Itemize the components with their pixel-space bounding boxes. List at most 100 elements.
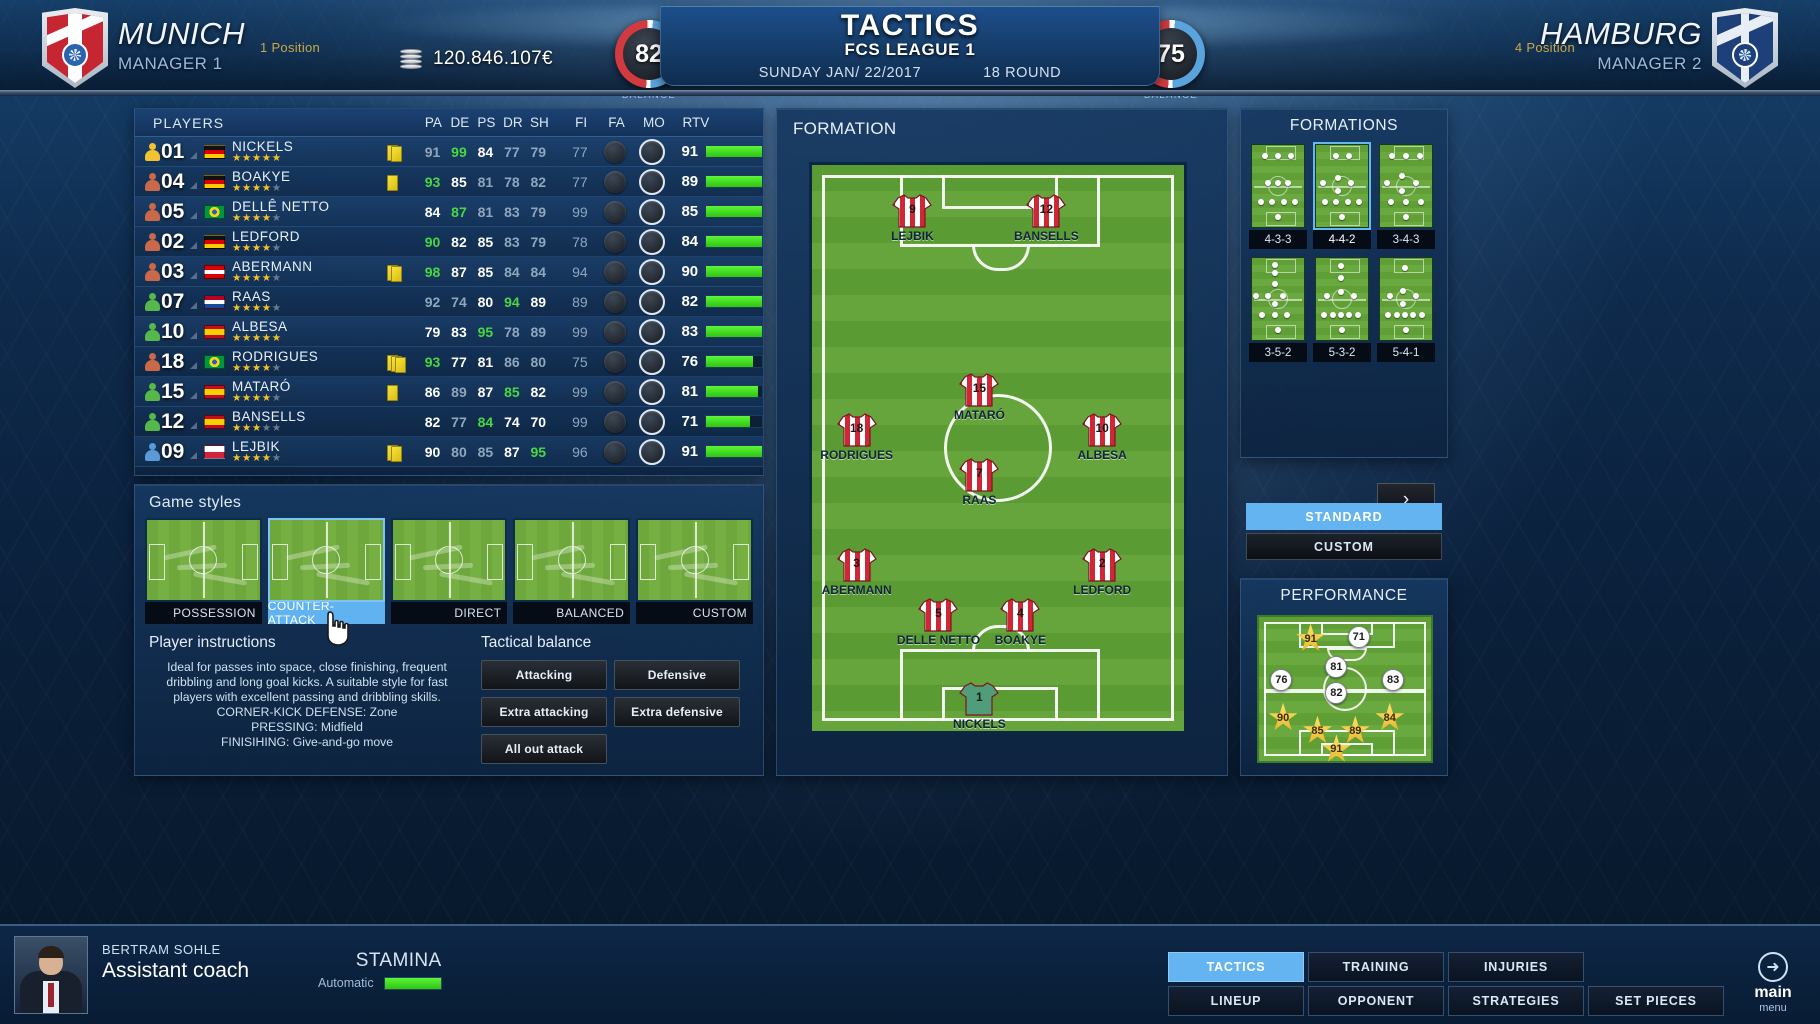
expand-triangle-icon[interactable] — [190, 302, 197, 309]
custom-button[interactable]: CUSTOM — [1246, 533, 1442, 560]
formation-option-4-3-3[interactable]: 4-3-3 — [1249, 142, 1307, 249]
player-identity[interactable]: 15 MATARÓ ★★★★★ — [135, 379, 419, 404]
formation-option-4-4-2[interactable]: 4-4-2 — [1313, 142, 1371, 249]
morale-ring-icon[interactable] — [634, 198, 671, 225]
expand-triangle-icon[interactable] — [190, 392, 197, 399]
morale-ring-icon[interactable] — [634, 258, 671, 285]
assistant-coach-block[interactable]: BERTRAM SOHLE Assistant coach — [14, 936, 249, 1014]
nav-set-pieces[interactable]: SET PIECES — [1588, 986, 1724, 1016]
pitch-player-rodrigues[interactable]: 18 RODRIGUES — [820, 412, 893, 462]
morale-ring-icon[interactable] — [634, 378, 671, 405]
col-fa[interactable]: FA — [598, 115, 635, 130]
player-identity[interactable]: 18 RODRIGUES ★★★★★ — [135, 349, 419, 374]
morale-ring-icon[interactable] — [634, 168, 671, 195]
pitch-player-raas[interactable]: 7 RAAS — [957, 457, 1001, 507]
table-row[interactable]: 03 ABERMANN ★★★★★ 98 87 85 84 84 94 90 — [135, 257, 764, 287]
expand-triangle-icon[interactable] — [190, 152, 197, 159]
tactical-balance-extra-attacking-button[interactable]: Extra attacking — [481, 697, 607, 727]
pitch-player-ledford[interactable]: 2 LEDFORD — [1073, 547, 1131, 597]
pitch-player-mataró[interactable]: 15 MATARÓ — [954, 372, 1005, 422]
morale-ring-icon[interactable] — [634, 408, 671, 435]
player-identity[interactable]: 05 DELLÊ NETTO ★★★★★ — [135, 199, 419, 224]
formation-option-3-5-2[interactable]: 3-5-2 — [1249, 255, 1307, 362]
fitness-knob-icon[interactable] — [597, 350, 634, 373]
col-de[interactable]: DE — [447, 115, 474, 130]
formation-option-5-3-2[interactable]: 5-3-2 — [1313, 255, 1371, 362]
fitness-knob-icon[interactable] — [597, 290, 634, 313]
tactical-balance-all-out-attack-button[interactable]: All out attack — [481, 734, 607, 764]
col-ps[interactable]: PS — [473, 115, 500, 130]
fitness-knob-icon[interactable] — [597, 170, 634, 193]
pitch-player-bansells[interactable]: 12 BANSELLS — [1014, 193, 1079, 243]
fitness-knob-icon[interactable] — [597, 410, 634, 433]
table-row[interactable]: 01 NICKELS ★★★★★ 91 99 84 77 79 77 91 — [135, 137, 764, 167]
table-row[interactable]: 07 RAAS ★★★★★ 92 74 80 94 89 89 82 — [135, 287, 764, 317]
game-style-balanced[interactable]: BALANCED — [513, 518, 631, 624]
player-identity[interactable]: 07 RAAS ★★★★★ — [135, 289, 419, 314]
tactical-balance-extra-defensive-button[interactable]: Extra defensive — [614, 697, 740, 727]
table-row[interactable]: 02 LEDFORD ★★★★★ 90 82 85 83 79 78 84 — [135, 227, 764, 257]
stamina-block[interactable]: STAMINA Automatic — [318, 950, 442, 990]
expand-triangle-icon[interactable] — [190, 212, 197, 219]
morale-ring-icon[interactable] — [634, 228, 671, 255]
col-pa[interactable]: PA — [420, 115, 447, 130]
nav-tactics[interactable]: TACTICS — [1168, 952, 1304, 982]
nav-injuries[interactable]: INJURIES — [1448, 952, 1584, 982]
tactical-balance-attacking-button[interactable]: Attacking — [481, 660, 607, 690]
player-identity[interactable]: 10 ALBESA ★★★★★ — [135, 319, 419, 344]
player-identity[interactable]: 03 ABERMANN ★★★★★ — [135, 259, 419, 284]
fitness-knob-icon[interactable] — [597, 230, 634, 253]
game-style-counter-attack[interactable]: COUNTER-ATTACK — [267, 518, 385, 627]
expand-triangle-icon[interactable] — [190, 332, 197, 339]
table-row[interactable]: 12 BANSELLS ★★★★★ 82 77 84 74 70 99 71 — [135, 407, 764, 437]
tactical-balance-defensive-button[interactable]: Defensive — [614, 660, 740, 690]
col-fi[interactable]: FI — [564, 115, 597, 130]
player-identity[interactable]: 12 BANSELLS ★★★★★ — [135, 409, 419, 434]
expand-triangle-icon[interactable] — [190, 272, 197, 279]
fitness-knob-icon[interactable] — [597, 140, 634, 163]
morale-ring-icon[interactable] — [634, 348, 671, 375]
game-style-direct[interactable]: DIRECT — [390, 518, 508, 624]
col-sh[interactable]: SH — [526, 115, 553, 130]
col-rtv[interactable]: RTV — [672, 115, 763, 130]
formation-pitch[interactable]: 9 LEJBIK 12 BANSELLS 15 MATARÓ 18 RODRIGUES 10 AL… — [809, 162, 1187, 734]
formation-option-3-4-3[interactable]: 3-4-3 — [1377, 142, 1435, 249]
pitch-player-abermann[interactable]: 3 ABERMANN — [822, 547, 892, 597]
player-identity[interactable]: 04 BOAKYE ★★★★★ — [135, 169, 419, 194]
fitness-knob-icon[interactable] — [597, 380, 634, 403]
morale-ring-icon[interactable] — [634, 318, 671, 345]
fitness-knob-icon[interactable] — [597, 200, 634, 223]
table-row[interactable]: 09 LEJBIK ★★★★★ 90 80 85 87 95 96 91 — [135, 437, 764, 467]
player-identity[interactable]: 09 LEJBIK ★★★★★ — [135, 439, 419, 464]
table-row[interactable]: 15 MATARÓ ★★★★★ 86 89 87 85 82 99 81 — [135, 377, 764, 407]
formation-option-5-4-1[interactable]: 5-4-1 — [1377, 255, 1435, 362]
player-identity[interactable]: 01 NICKELS ★★★★★ — [135, 139, 419, 164]
game-style-possession[interactable]: POSSESSION — [145, 518, 262, 624]
expand-triangle-icon[interactable] — [190, 452, 197, 459]
nav-strategies[interactable]: STRATEGIES — [1448, 986, 1584, 1016]
col-mo[interactable]: MO — [635, 115, 672, 130]
nav-lineup[interactable]: LINEUP — [1168, 986, 1304, 1016]
player-identity[interactable]: 02 LEDFORD ★★★★★ — [135, 229, 419, 254]
table-row[interactable]: 18 RODRIGUES ★★★★★ 93 77 81 86 80 75 76 — [135, 347, 764, 377]
fitness-knob-icon[interactable] — [597, 440, 634, 463]
pitch-player-delle-netto[interactable]: 5 DELLE NETTO — [897, 597, 980, 647]
expand-triangle-icon[interactable] — [190, 362, 197, 369]
standard-button[interactable]: STANDARD — [1246, 503, 1442, 530]
pitch-player-boakye[interactable]: 4 BOAKYE — [995, 597, 1046, 647]
pitch-player-nickels[interactable]: 1 NICKELS — [953, 681, 1006, 731]
col-dr[interactable]: DR — [500, 115, 527, 130]
morale-ring-icon[interactable] — [634, 288, 671, 315]
main-menu-button[interactable]: ➜ main menu — [1732, 950, 1814, 1016]
game-style-custom[interactable]: CUSTOM — [636, 518, 753, 624]
table-row[interactable]: 05 DELLÊ NETTO ★★★★★ 84 87 81 83 79 99 85 — [135, 197, 764, 227]
nav-opponent[interactable]: OPPONENT — [1308, 986, 1444, 1016]
expand-triangle-icon[interactable] — [190, 422, 197, 429]
table-row[interactable]: 04 BOAKYE ★★★★★ 93 85 81 78 82 77 89 — [135, 167, 764, 197]
expand-triangle-icon[interactable] — [190, 242, 197, 249]
fitness-knob-icon[interactable] — [597, 320, 634, 343]
morale-ring-icon[interactable] — [634, 438, 671, 465]
nav-training[interactable]: TRAINING — [1308, 952, 1444, 982]
pitch-player-albesa[interactable]: 10 ALBESA — [1077, 412, 1127, 462]
pitch-player-lejbik[interactable]: 9 LEJBIK — [890, 193, 934, 243]
